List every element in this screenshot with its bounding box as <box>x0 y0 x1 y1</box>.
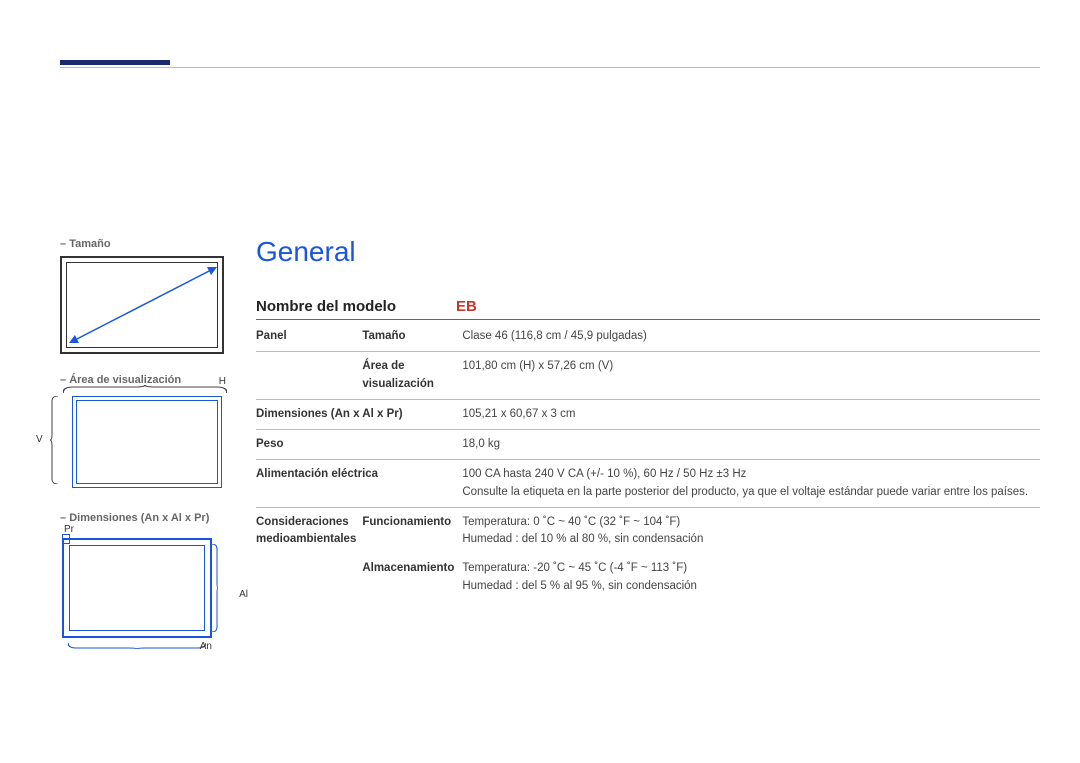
store-temp-text: Temperatura: -20 ˚C ~ 45 ˚C (-4 ˚F ~ 113… <box>462 562 687 574</box>
label-v: V <box>36 434 43 445</box>
power-note-text: Consulte la etiqueta en la parte posteri… <box>462 486 1028 498</box>
power-value-text: 100 CA hasta 240 V CA (+/- 10 %), 60 Hz … <box>462 468 746 480</box>
row-panel-tamano: Panel Tamaño Clase 46 (116,8 cm / 45,9 p… <box>256 322 1040 352</box>
label-an: An <box>200 641 212 652</box>
row-dim: Dimensiones (An x Al x Pr) 105,21 x 60,6… <box>256 399 1040 429</box>
row-panel-area: Área de visualización 101,80 cm (H) x 57… <box>256 352 1040 400</box>
area-diagram: H V <box>60 392 230 488</box>
cell-dim-label: Dimensiones (An x Al x Pr) <box>256 399 462 429</box>
cell-dim-val: 105,21 x 60,67 x 3 cm <box>462 399 1040 429</box>
diagram-label-tamano: – Tamaño <box>60 238 230 250</box>
store-hum-text: Humedad : del 5 % al 95 %, sin condensac… <box>462 580 697 592</box>
row-env-store: Almacenamiento Temperatura: -20 ˚C ~ 45 … <box>256 554 1040 601</box>
cell-env-label: Consideraciones medioambientales <box>256 507 362 601</box>
diagram-label-dim-text: Dimensiones (An x Al x Pr) <box>69 512 209 524</box>
cell-func-label: Funcionamiento <box>362 507 462 554</box>
diagram-label-tamano-text: Tamaño <box>69 238 110 250</box>
cell-peso-val: 18,0 kg <box>462 430 1040 460</box>
cell-store-val: Temperatura: -20 ˚C ~ 45 ˚C (-4 ˚F ~ 113… <box>462 554 1040 601</box>
cell-tamano-val: Clase 46 (116,8 cm / 45,9 pulgadas) <box>462 322 1040 352</box>
header-accent-bar <box>60 60 170 65</box>
cell-tamano-label: Tamaño <box>362 322 462 352</box>
row-power: Alimentación eléctrica 100 CA hasta 240 … <box>256 460 1040 508</box>
spec-table: Panel Tamaño Clase 46 (116,8 cm / 45,9 p… <box>256 322 1040 601</box>
row-env-func: Consideraciones medioambientales Funcion… <box>256 507 1040 554</box>
al-brace-icon <box>212 544 218 632</box>
dimensions-diagram: Pr Al An <box>60 530 230 638</box>
func-hum-text: Humedad : del 10 % al 80 %, sin condensa… <box>462 533 703 545</box>
cell-store-label: Almacenamiento <box>362 554 462 601</box>
pr-box-icon <box>62 534 70 544</box>
cell-peso-label: Peso <box>256 430 462 460</box>
cell-area-val: 101,80 cm (H) x 57,26 cm (V) <box>462 352 1040 400</box>
diagrams-column: – Tamaño – Área de visualización H <box>60 238 230 638</box>
cell-area-label: Área de visualización <box>362 352 462 400</box>
cell-power-val: 100 CA hasta 240 V CA (+/- 10 %), 60 Hz … <box>462 460 1040 508</box>
section-title: General <box>256 236 1040 268</box>
cell-func-val: Temperatura: 0 ˚C ~ 40 ˚C (32 ˚F ~ 104 ˚… <box>462 507 1040 554</box>
diagonal-arrow-icon <box>67 263 219 347</box>
diagram-label-dim: – Dimensiones (An x Al x Pr) <box>60 512 230 524</box>
brace-v-icon <box>50 396 58 484</box>
model-row: Nombre del modelo EB <box>256 298 1040 320</box>
label-al: Al <box>239 589 248 600</box>
main-content: General Nombre del modelo EB Panel Tamañ… <box>256 236 1040 601</box>
model-label: Nombre del modelo <box>256 298 456 315</box>
header-rule <box>60 67 1040 68</box>
tamano-diagram <box>60 256 224 354</box>
func-temp-text: Temperatura: 0 ˚C ~ 40 ˚C (32 ˚F ~ 104 ˚… <box>462 516 680 528</box>
model-value: EB <box>456 298 477 315</box>
row-peso: Peso 18,0 kg <box>256 430 1040 460</box>
cell-power-label: Alimentación eléctrica <box>256 460 462 508</box>
an-brace-icon <box>68 638 206 644</box>
brace-h-icon <box>63 382 227 390</box>
cell-panel: Panel <box>256 322 362 352</box>
